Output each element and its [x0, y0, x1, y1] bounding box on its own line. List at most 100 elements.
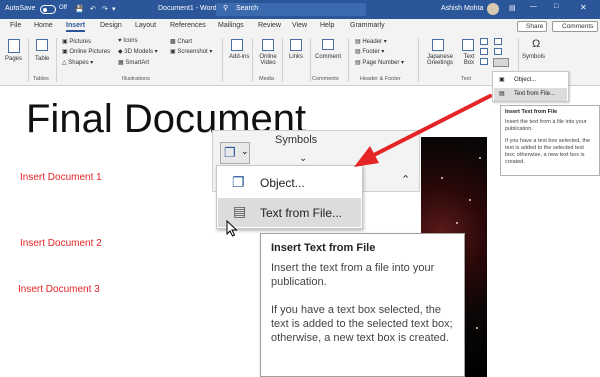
chart-button[interactable]: ▩ Chart: [170, 38, 192, 45]
small-tooltip-title: Insert Text from File: [505, 109, 558, 115]
text-box-icon: [462, 39, 474, 51]
tab-review[interactable]: Review: [258, 22, 281, 29]
search-input[interactable]: ⚲ Search: [216, 3, 366, 16]
tooltip-p2: If you have a text box selected, the tex…: [271, 304, 453, 344]
user-name: Ashish Mohta: [441, 5, 484, 12]
footer-button[interactable]: ▤ Footer ▾: [355, 48, 384, 55]
object-icon: ▣: [499, 77, 505, 83]
comment-button[interactable]: Comment: [315, 54, 341, 60]
redo-icon[interactable]: ↷: [102, 5, 108, 13]
smartart-button[interactable]: ▦ SmartArt: [118, 59, 149, 66]
zoomed-symbols-chevron-icon[interactable]: ⌄: [299, 153, 307, 164]
chevron-down-icon: ⌄: [241, 146, 249, 156]
pictures-button[interactable]: ▣ Pictures: [62, 38, 91, 45]
page-number-button[interactable]: ▤ Page Number ▾: [355, 59, 404, 66]
object-dropdown-button[interactable]: [493, 58, 509, 67]
tables-group-label: Tables: [33, 76, 49, 82]
text-file-icon: ▤: [233, 203, 247, 219]
quick-parts-icon[interactable]: [480, 38, 488, 45]
media-group-label: Media: [259, 76, 274, 82]
small-menu-text-from-file[interactable]: ▤ Text from File...: [494, 88, 567, 101]
tab-view[interactable]: View: [292, 22, 307, 29]
tab-help[interactable]: Help: [320, 22, 334, 29]
header-footer-group-label: Header & Footer: [360, 76, 401, 82]
ribbon-tabs: File Home Insert Design Layout Reference…: [0, 19, 600, 34]
tab-design[interactable]: Design: [100, 22, 122, 29]
table-button[interactable]: Table: [35, 56, 49, 62]
collapse-ribbon-icon[interactable]: ⌃: [401, 173, 410, 186]
document-line-1: Insert Document 1: [20, 172, 102, 183]
tooltip-title: Insert Text from File: [271, 242, 376, 254]
tooltip: Insert Text from File Insert the text fr…: [260, 233, 465, 377]
undo-icon[interactable]: ↶: [90, 5, 96, 13]
tooltip-p1: Insert the text from a file into your pu…: [271, 262, 435, 288]
3d-models-button[interactable]: ◆ 3D Models ▾: [118, 48, 158, 55]
autosave-toggle[interactable]: [40, 5, 56, 14]
menu-item-text-from-file[interactable]: ▤ Text from File...: [218, 198, 361, 227]
icons-button[interactable]: ♥ Icons: [118, 38, 138, 44]
small-tooltip: Insert Text from File Insert the text fr…: [500, 105, 600, 176]
illustrations-group-label: Illustrations: [122, 76, 150, 82]
autosave-state: Off: [59, 5, 67, 11]
text-box-button[interactable]: Text Box: [459, 54, 479, 66]
text-file-icon: ▤: [499, 91, 505, 97]
title-bar: AutoSave Off 💾 ↶ ↷ ▾ Document1 - Word ⚲ …: [0, 0, 600, 19]
document-line-2: Insert Document 2: [20, 238, 102, 249]
symbols-button[interactable]: Symbols: [522, 54, 545, 60]
zoomed-object-dropdown-button[interactable]: ❐ ⌄: [220, 142, 250, 164]
japanese-greetings-button[interactable]: Japanese Greetings: [422, 54, 458, 66]
object-icon: ❐: [232, 174, 245, 190]
close-icon[interactable]: ✕: [580, 3, 587, 12]
document-title: Document1 - Word: [158, 5, 217, 12]
shapes-button[interactable]: △ Shapes ▾: [62, 59, 93, 66]
save-icon[interactable]: 💾: [75, 5, 84, 13]
addins-icon: [231, 39, 243, 51]
search-icon: ⚲: [223, 5, 229, 12]
pages-icon: [8, 39, 20, 53]
drop-cap-icon[interactable]: [480, 58, 488, 65]
online-video-button[interactable]: Online Video: [257, 54, 279, 66]
text-group-label: Text: [461, 76, 472, 82]
table-icon: [36, 39, 48, 51]
maximize-icon[interactable]: □: [554, 3, 558, 10]
comments-button[interactable]: Comments: [552, 21, 598, 32]
ribbon-display-icon[interactable]: ▤: [509, 4, 516, 12]
share-button[interactable]: Share: [517, 21, 547, 32]
zoomed-symbols-label: Symbols: [275, 134, 318, 146]
tab-file[interactable]: File: [10, 22, 21, 29]
menu-item-object[interactable]: ❐ Object...: [218, 168, 361, 197]
small-object-menu: ▣ Object... ▤ Text from File...: [492, 71, 569, 102]
autosave-label: AutoSave: [5, 5, 36, 12]
avatar[interactable]: [487, 3, 499, 15]
links-icon: [290, 39, 302, 51]
comments-group-label: Comments: [312, 76, 339, 82]
tab-mailings[interactable]: Mailings: [218, 22, 244, 29]
object-icon: ❐: [224, 145, 236, 160]
tab-insert[interactable]: Insert: [66, 22, 86, 32]
document-line-3: Insert Document 3: [18, 284, 100, 295]
online-video-icon: [262, 39, 274, 51]
signature-line-icon[interactable]: [494, 38, 502, 45]
screenshot-button[interactable]: ▣ Screenshot ▾: [170, 48, 212, 55]
tab-home[interactable]: Home: [34, 22, 53, 29]
object-menu: ❐ Object... ▤ Text from File...: [216, 165, 363, 229]
online-pictures-button[interactable]: ▣ Online Pictures: [62, 48, 110, 55]
minimize-icon[interactable]: —: [530, 3, 537, 10]
date-time-icon[interactable]: [494, 48, 502, 55]
tab-references[interactable]: References: [170, 22, 206, 29]
wordart-icon[interactable]: [480, 48, 488, 55]
pages-button[interactable]: Pages: [5, 56, 22, 62]
tab-grammarly[interactable]: Grammarly: [350, 22, 385, 29]
header-button[interactable]: ▤ Header ▾: [355, 38, 387, 45]
tab-layout[interactable]: Layout: [135, 22, 156, 29]
comment-icon: [322, 39, 334, 50]
customize-toolbar-icon[interactable]: ▾: [112, 5, 116, 13]
mouse-cursor-icon: [226, 220, 238, 237]
small-tooltip-p1: Insert the text from a file into your pu…: [505, 119, 587, 132]
japanese-greetings-icon: [432, 39, 444, 51]
small-menu-object[interactable]: ▣ Object...: [494, 74, 567, 87]
small-tooltip-p2: If you have a text box selected, the tex…: [505, 138, 590, 165]
omega-icon: Ω: [532, 38, 541, 50]
links-button[interactable]: Links: [289, 54, 303, 60]
addins-button[interactable]: Add-ins: [229, 54, 249, 60]
